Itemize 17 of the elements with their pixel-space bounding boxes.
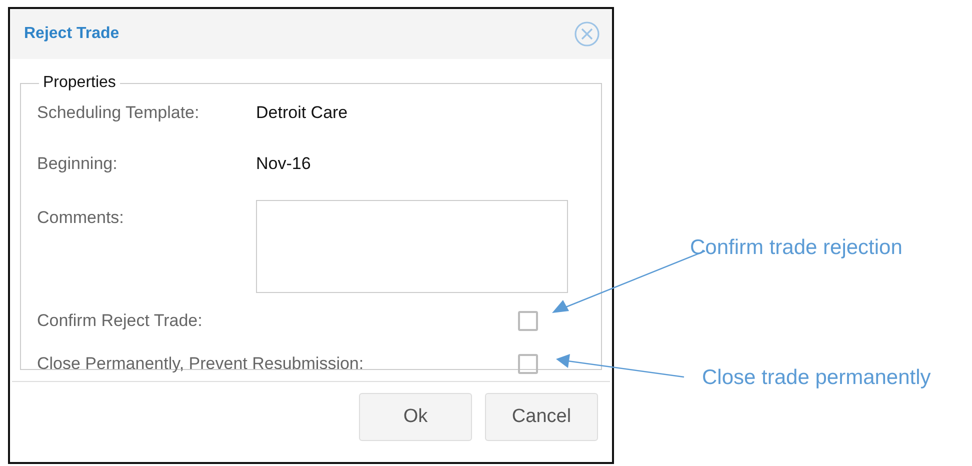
dialog-title: Reject Trade xyxy=(24,25,120,43)
field-label: Scheduling Template: xyxy=(37,102,200,124)
field-label: Comments: xyxy=(37,207,125,229)
callout-text: Confirm trade rejection xyxy=(690,236,902,260)
field-label: Confirm Reject Trade: xyxy=(37,310,202,332)
field-label: Close Permanently, Prevent Resubmission: xyxy=(37,352,364,374)
ok-button[interactable]: Ok xyxy=(359,393,472,441)
checkbox[interactable] xyxy=(518,354,538,374)
checkbox[interactable] xyxy=(518,310,538,330)
callout-text: Close trade permanently xyxy=(702,366,931,390)
field-value: Detroit Care xyxy=(256,103,348,122)
close-icon[interactable] xyxy=(574,21,600,47)
cancel-button[interactable]: Cancel xyxy=(485,393,598,441)
group-title: Properties xyxy=(42,74,117,92)
field-label: Beginning: xyxy=(37,153,118,175)
comments-field[interactable] xyxy=(256,200,568,293)
field-value: Nov-16 xyxy=(256,154,311,173)
